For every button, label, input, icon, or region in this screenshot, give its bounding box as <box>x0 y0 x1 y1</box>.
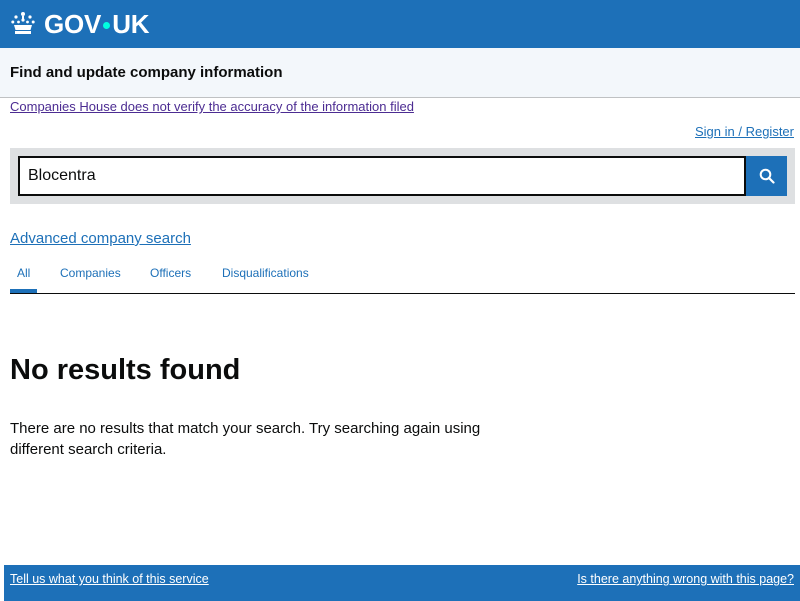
tab-disqualifications[interactable]: Disqualifications <box>222 266 309 280</box>
logo-text-uk: UK <box>112 9 150 39</box>
no-results-heading: No results found <box>10 354 241 386</box>
logo-dot <box>103 21 111 29</box>
search-tabs: All Companies Officers Disqualifications <box>10 258 795 294</box>
crown-icon <box>11 12 35 34</box>
service-name-link[interactable]: Find and update company information <box>10 64 283 81</box>
no-results-message: There are no results that match your sea… <box>10 420 481 458</box>
advanced-search-link[interactable]: Advanced company search <box>10 230 191 247</box>
govuk-wordmark: GOV UK <box>44 9 150 39</box>
search-button[interactable] <box>746 156 787 196</box>
search-icon <box>759 168 775 184</box>
logo-text-gov: GOV <box>44 9 102 39</box>
service-bar: Find and update company information <box>0 48 800 98</box>
tab-companies[interactable]: Companies <box>60 266 121 280</box>
search-input[interactable] <box>18 156 746 196</box>
report-problem-link[interactable]: Is there anything wrong with this page? <box>577 572 794 586</box>
feedback-link[interactable]: Tell us what you think of this service <box>10 572 209 586</box>
feedback-footer: Tell us what you think of this service I… <box>4 565 800 601</box>
tab-officers[interactable]: Officers <box>150 266 191 280</box>
gov-header: GOV UK <box>0 0 800 48</box>
govuk-logo-link[interactable]: GOV UK <box>10 9 150 39</box>
disclaimer-link[interactable]: Companies House does not verify the accu… <box>10 99 414 114</box>
signin-register-link[interactable]: Sign in / Register <box>695 124 794 139</box>
tab-all[interactable]: All <box>17 266 30 280</box>
search-panel <box>10 148 795 204</box>
tab-all-selected-indicator <box>10 289 37 293</box>
